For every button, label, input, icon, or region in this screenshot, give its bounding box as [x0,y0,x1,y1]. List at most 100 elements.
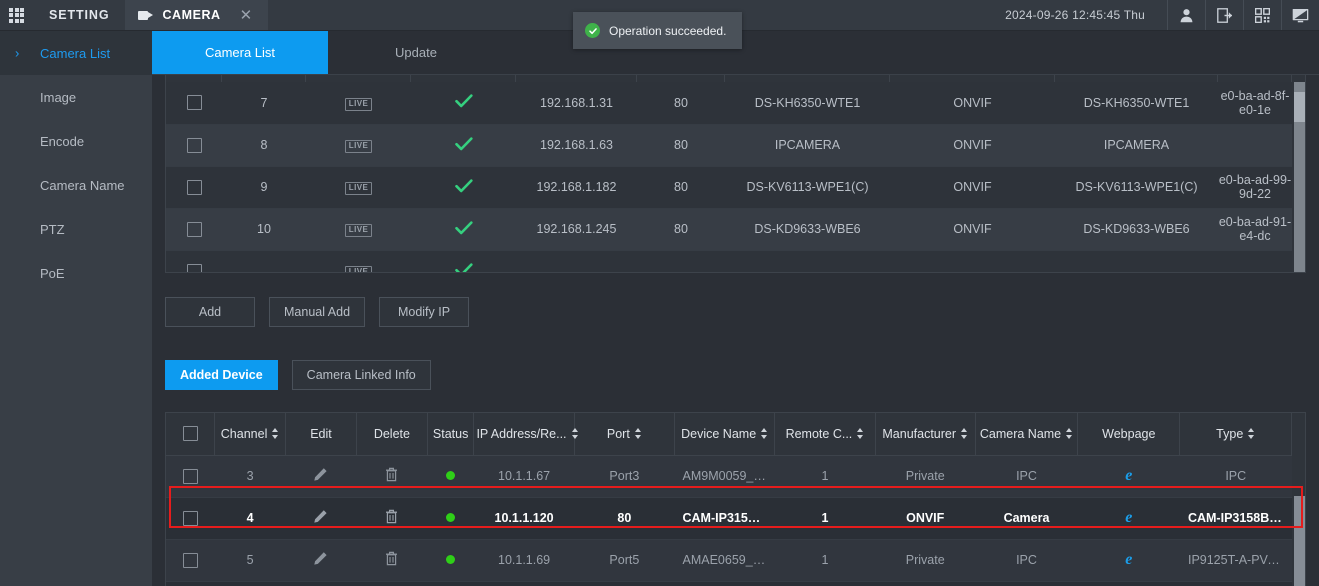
sidebar-item-camera-list[interactable]: › Camera List [0,31,152,75]
row-select-cell[interactable] [166,539,215,582]
header-channel[interactable]: Channel [214,413,287,456]
sidebar-item-image[interactable]: Image [0,75,152,119]
webpage-cell[interactable]: e [1077,581,1180,586]
header-type[interactable]: Type [1179,413,1292,456]
table-row[interactable]: 10 LIVE 192.168.1.245 80 DS-KD9633-WBE6 … [166,208,1292,251]
display-icon[interactable] [1281,0,1319,30]
sort-icon[interactable] [571,427,579,440]
protocol: ONVIF [890,208,1055,251]
row-checkbox[interactable] [186,179,202,195]
live-cell: LIVE [306,250,411,272]
edit-cell[interactable] [285,497,357,540]
delete-icon[interactable] [385,509,398,524]
sort-icon[interactable] [857,427,864,440]
delete-cell[interactable] [356,539,428,582]
row-select-cell[interactable] [166,82,222,125]
sidebar: › Camera List Image Encode Camera Name P… [0,31,152,586]
ie-browser-icon[interactable]: e [1125,509,1132,526]
modify-ip-button[interactable]: Modify IP [379,297,470,327]
table-row[interactable]: 7 LIVE 192.168.1.31 80 DS-KH6350-WTE1 ON… [166,82,1292,125]
table-row-partial[interactable]: LIVE [166,250,1292,272]
sort-icon[interactable] [1066,427,1073,440]
delete-cell[interactable] [356,581,428,586]
row-checkbox[interactable] [182,552,198,568]
row-checkbox[interactable] [186,137,202,153]
sidebar-item-ptz[interactable]: PTZ [0,207,152,251]
row-checkbox[interactable] [186,95,202,111]
edit-icon[interactable] [313,509,328,524]
header-port[interactable]: Port [574,413,676,456]
header-device-name[interactable]: Device Name [674,413,776,456]
header-manufacturer[interactable]: Manufacturer [875,413,976,456]
sort-icon[interactable] [634,427,642,440]
select-all-checkbox[interactable] [182,426,198,442]
delete-icon[interactable] [385,551,398,566]
edit-cell[interactable] [285,455,357,498]
header-label: Remote C... [785,426,853,441]
edit-cell[interactable] [285,539,357,582]
table-row[interactable]: 3 10.1.1.67 Port3 AM9M0059_G00… 1 Privat… [166,455,1292,498]
scrollbar-thumb[interactable] [1294,92,1305,122]
added-table-scrollbar[interactable] [1294,456,1305,586]
tab-camera-list[interactable]: Camera List [152,31,328,74]
ie-browser-icon[interactable]: e [1125,551,1132,568]
table-row[interactable]: 7 10.1.1.128 Port7 AMAF064B_G00… 1 Priva… [166,581,1292,586]
edit-cell[interactable] [285,581,357,586]
table-row[interactable]: 9 LIVE 192.168.1.182 80 DS-KV6113-WPE1(C… [166,166,1292,209]
add-button[interactable]: Add [165,297,255,327]
discovered-table-scrollbar[interactable] [1294,82,1305,272]
row-select-cell[interactable] [166,250,222,272]
sidebar-item-poe[interactable]: PoE [0,251,152,295]
row-checkbox[interactable] [182,468,198,484]
edit-icon[interactable] [313,551,328,566]
row-select-cell[interactable] [166,166,222,209]
camera-linked-info-button[interactable]: Camera Linked Info [291,360,431,390]
header-webpage: Webpage [1077,413,1181,456]
delete-cell[interactable] [356,497,428,540]
port: Port7 [574,581,675,586]
user-icon[interactable] [1167,0,1205,30]
webpage-cell[interactable]: e [1077,455,1180,498]
close-icon[interactable]: ✕ [240,8,253,23]
table-row[interactable]: 5 10.1.1.69 Port5 AMAE0659_G00… 1 Privat… [166,539,1292,582]
logout-icon[interactable] [1205,0,1243,30]
row-number: 10 [222,208,306,251]
row-select-cell[interactable] [166,581,215,586]
qr-code-icon[interactable] [1243,0,1281,30]
sidebar-item-camera-name[interactable]: Camera Name [0,163,152,207]
grid-menu-icon[interactable] [0,0,33,30]
table-row[interactable]: 4 10.1.1.120 80 CAM-IP3158B-P… 1 ONVIF C… [166,497,1292,540]
row-select-cell[interactable] [166,455,215,498]
edit-icon[interactable] [313,467,328,482]
tab-camera[interactable]: CAMERA ✕ [125,0,269,30]
row-checkbox[interactable] [186,263,202,272]
delete-icon[interactable] [385,467,398,482]
header-ip-address[interactable]: IP Address/Re... [473,413,578,456]
row-select-cell[interactable] [166,124,222,167]
sort-icon[interactable] [761,427,768,440]
sidebar-item-encode[interactable]: Encode [0,119,152,163]
sort-icon[interactable] [272,427,279,440]
tab-update[interactable]: Update [328,31,504,74]
sort-icon[interactable] [961,427,968,440]
header-remote-channel[interactable]: Remote C... [774,413,876,456]
header-label: Camera Name [979,426,1062,441]
delete-cell[interactable] [356,455,428,498]
scrollbar-thumb[interactable] [1294,496,1305,586]
row-checkbox[interactable] [186,221,202,237]
webpage-cell[interactable]: e [1077,497,1180,540]
header-camera-name[interactable]: Camera Name [975,413,1079,456]
manual-add-button[interactable]: Manual Add [269,297,366,327]
camera-name: IPC [975,455,1078,498]
ie-browser-icon[interactable]: e [1125,467,1132,484]
webpage-cell[interactable]: e [1077,539,1180,582]
row-checkbox[interactable] [182,510,198,526]
row-select-cell[interactable] [166,208,222,251]
table-row[interactable]: 8 LIVE 192.168.1.63 80 IPCAMERA ONVIF IP… [166,124,1292,167]
sort-icon[interactable] [1248,427,1255,440]
header-select-all[interactable] [166,413,216,456]
row-select-cell[interactable] [166,497,215,540]
added-device-button[interactable]: Added Device [165,360,278,390]
tab-setting[interactable]: SETTING [33,0,125,30]
header-label: Manufacturer [882,426,957,441]
